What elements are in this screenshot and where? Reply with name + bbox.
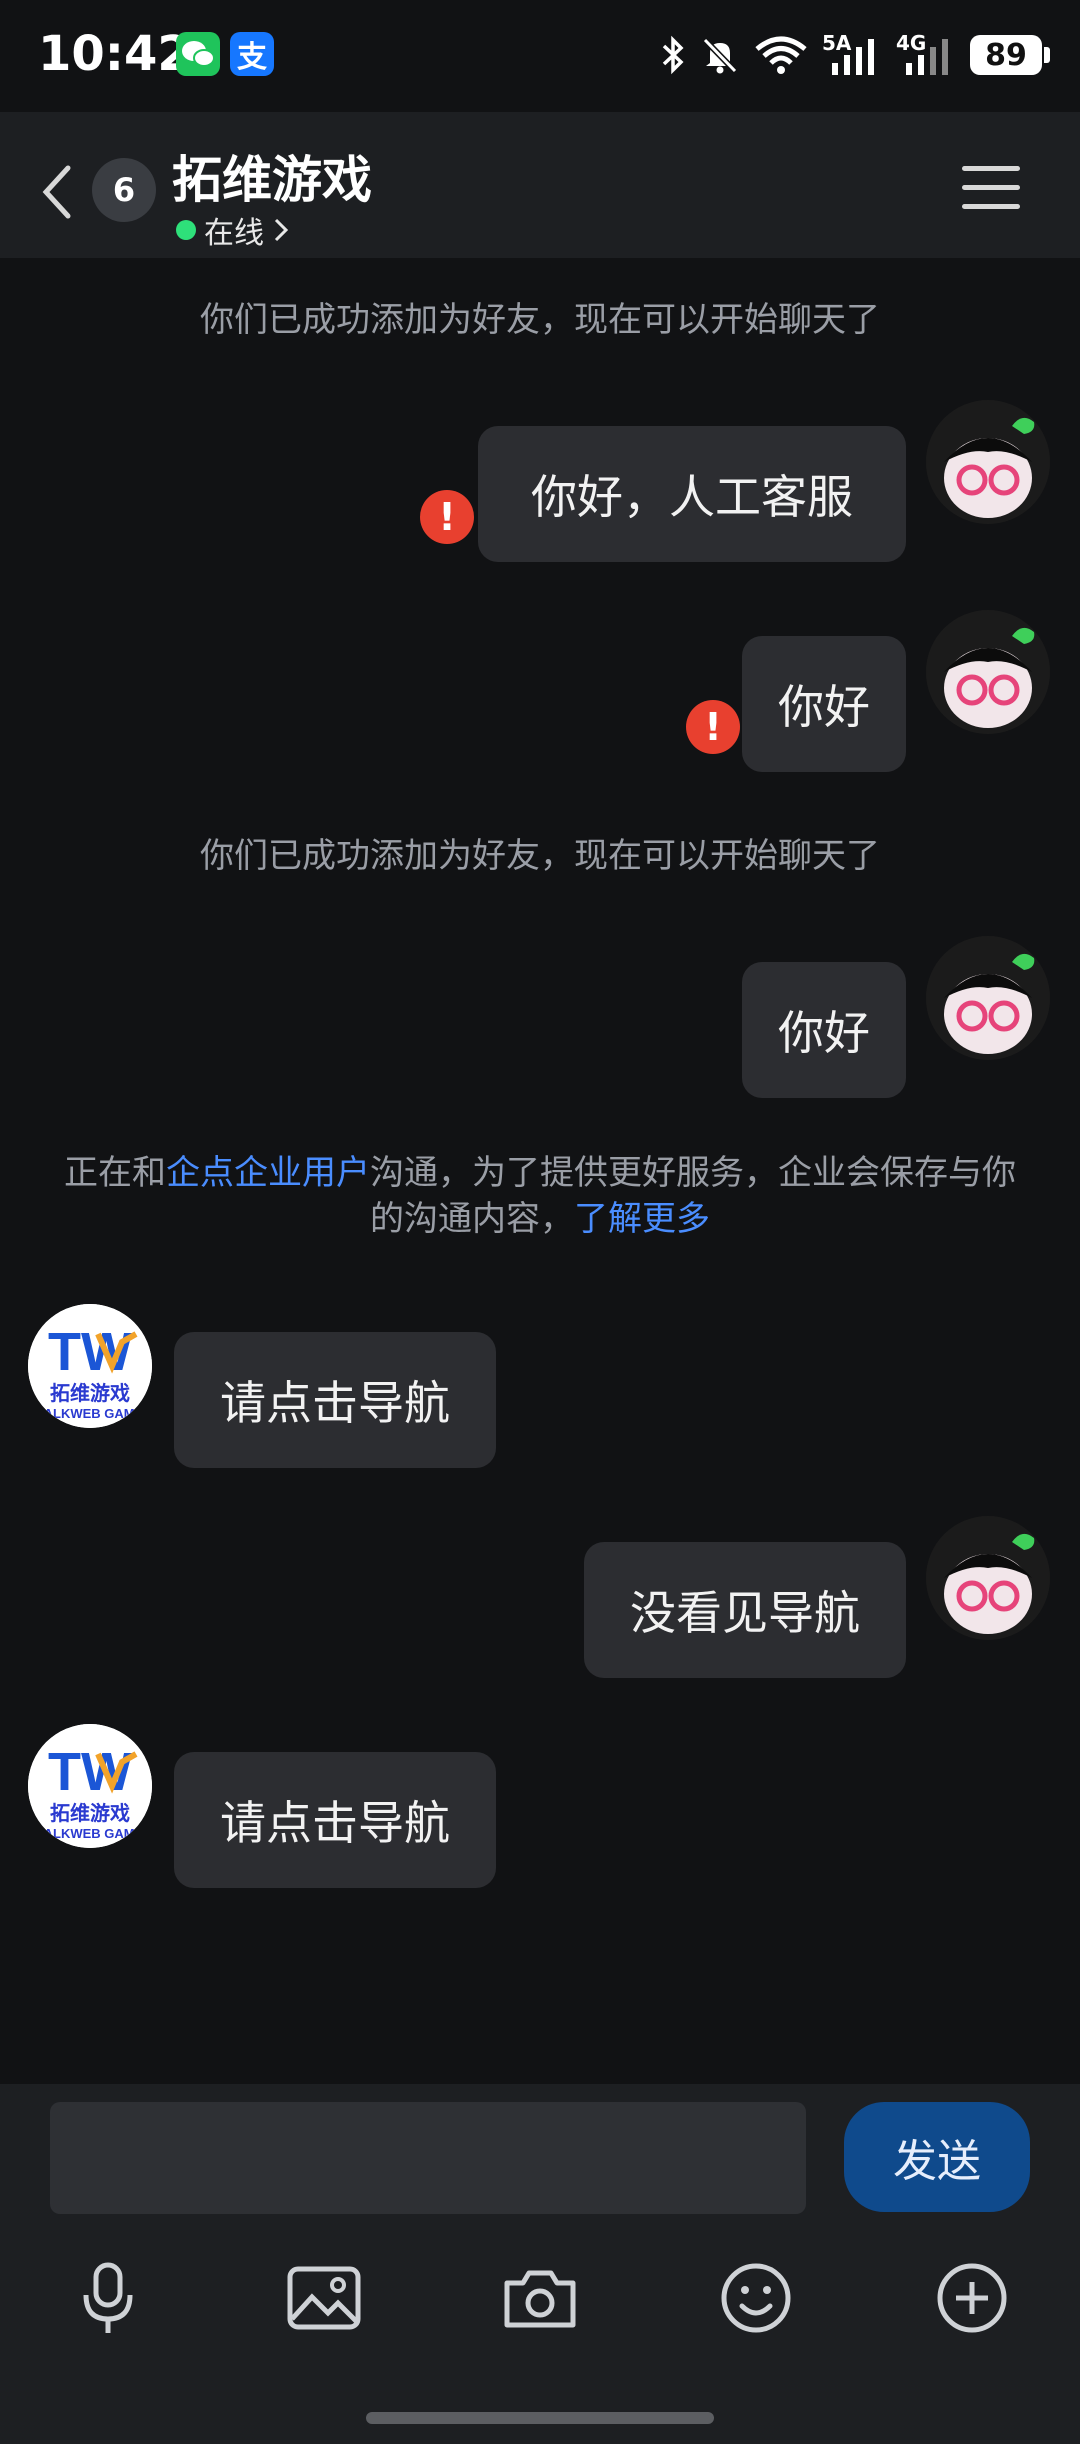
chevron-right-icon	[274, 218, 289, 242]
chat-header	[0, 112, 1080, 258]
network-label-4g: 4G	[896, 31, 927, 55]
avatar-image	[926, 400, 1050, 524]
avatar[interactable]: TW 拓维游戏 TALKWEB GAME	[28, 1304, 152, 1428]
avatar[interactable]	[926, 610, 1050, 734]
wifi-icon	[754, 35, 808, 75]
home-indicator[interactable]	[366, 2412, 714, 2424]
avatar[interactable]	[926, 1516, 1050, 1640]
system-message: 你们已成功添加为好友，现在可以开始聊天了	[200, 300, 880, 340]
send-failed-icon[interactable]: !	[686, 700, 740, 754]
battery-icon: 89	[970, 35, 1050, 75]
status-bar: 10:42 支 5A 4G 89	[0, 0, 1080, 112]
plus-icon[interactable]	[932, 2258, 1012, 2338]
message-bubble-sent[interactable]: 你好	[742, 962, 906, 1098]
avatar[interactable]	[926, 936, 1050, 1060]
online-dot-icon	[176, 220, 196, 240]
emoji-icon[interactable]	[716, 2258, 796, 2338]
avatar-image	[926, 1516, 1050, 1640]
notice-text: 正在和	[64, 1153, 166, 1193]
talkweb-logo-icon: TW 拓维游戏 TALKWEB GAME	[28, 1724, 152, 1848]
message-bubble-received[interactable]: 请点击导航	[174, 1752, 496, 1888]
back-button[interactable]	[38, 162, 78, 222]
microphone-icon[interactable]	[68, 2258, 148, 2338]
bluetooth-icon	[660, 35, 686, 75]
avatar-image	[926, 936, 1050, 1060]
signal-icon: 5A	[822, 31, 882, 75]
avatar[interactable]	[926, 400, 1050, 524]
message-bubble-received[interactable]: 请点击导航	[174, 1332, 496, 1468]
avatar-image	[926, 610, 1050, 734]
camera-icon[interactable]	[500, 2258, 580, 2338]
message-bubble-sent[interactable]: 你好	[742, 636, 906, 772]
send-failed-icon[interactable]: !	[420, 490, 474, 544]
chevron-left-icon	[42, 165, 71, 219]
online-status[interactable]: 在线	[176, 208, 290, 252]
learn-more-link[interactable]: 了解更多	[574, 1199, 710, 1239]
message-input[interactable]	[50, 2102, 806, 2214]
image-icon[interactable]	[284, 2258, 364, 2338]
talkweb-logo-icon: TW 拓维游戏 TALKWEB GAME	[28, 1304, 152, 1428]
unread-count-badge[interactable]: 6	[92, 158, 156, 222]
enterprise-user-link[interactable]: 企点企业用户	[166, 1153, 370, 1193]
message-bubble-sent[interactable]: 没看见导航	[584, 1542, 906, 1678]
message-bubble-sent[interactable]: 你好，人工客服	[478, 426, 906, 562]
avatar[interactable]: TW 拓维游戏 TALKWEB GAME	[28, 1724, 152, 1848]
send-button[interactable]: 发送	[844, 2102, 1030, 2212]
chat-title: 拓维游戏	[172, 151, 372, 209]
alipay-icon: 支	[230, 32, 274, 76]
enterprise-notice: 正在和企点企业用户沟通，为了提供更好服务，企业会保存与你的沟通内容，了解更多	[60, 1150, 1020, 1242]
online-status-label: 在线	[204, 216, 264, 251]
wechat-icon	[176, 32, 220, 76]
system-message: 你们已成功添加为好友，现在可以开始聊天了	[200, 836, 880, 876]
logo-cn-text: 拓维游戏	[50, 1801, 130, 1825]
network-label-5a: 5A	[822, 31, 852, 55]
signal-icon: 4G	[896, 31, 956, 75]
mute-icon	[700, 35, 740, 75]
logo-en-text: TALKWEB GAME	[37, 1826, 144, 1841]
logo-en-text: TALKWEB GAME	[37, 1406, 144, 1421]
menu-button[interactable]	[962, 166, 1020, 212]
status-time: 10:42	[38, 26, 191, 82]
logo-cn-text: 拓维游戏	[50, 1381, 130, 1405]
